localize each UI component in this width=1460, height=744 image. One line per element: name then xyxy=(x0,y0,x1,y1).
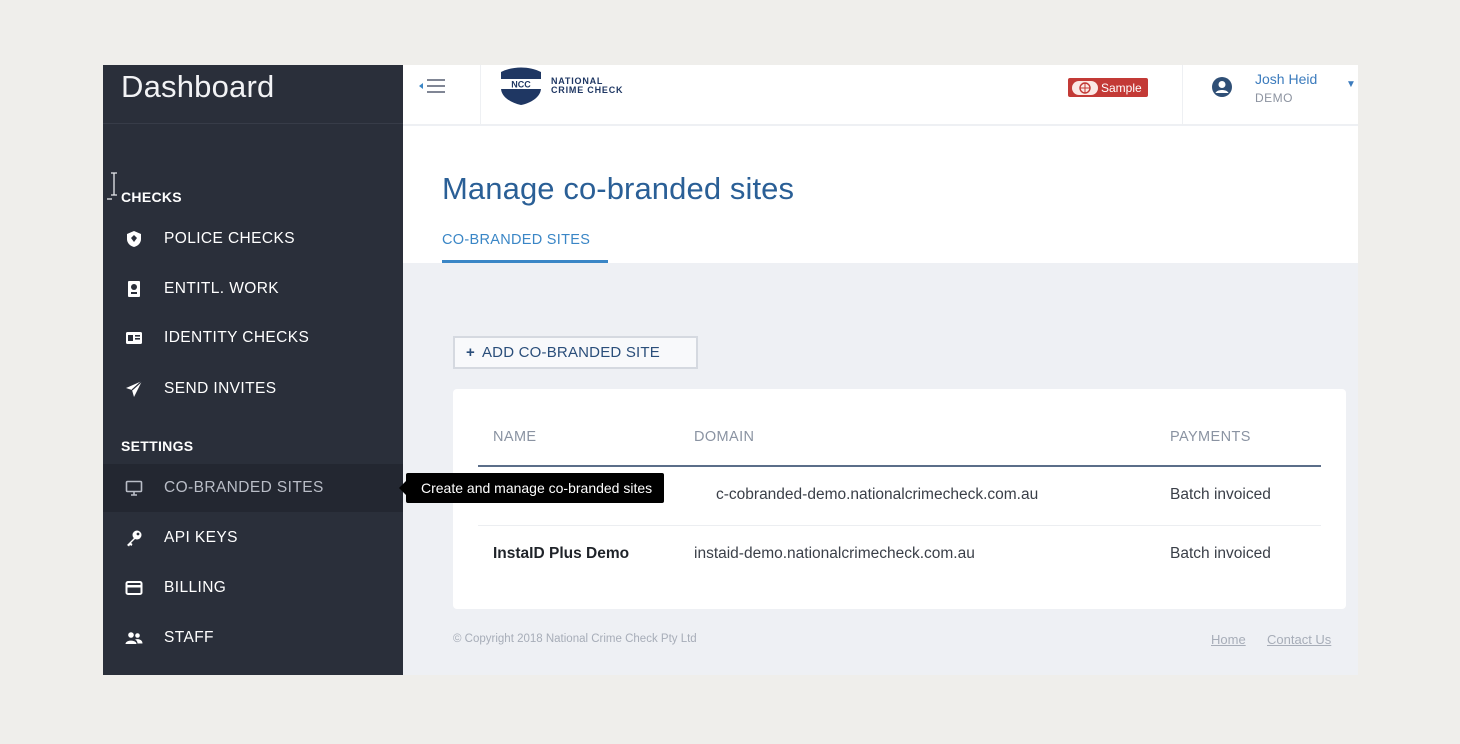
section-label-checks: CHECKS xyxy=(121,189,182,205)
sidebar-title: Dashboard xyxy=(121,69,275,104)
svg-text:NCC: NCC xyxy=(511,80,531,90)
sidebar: Dashboard CHECKS POLICE CHECKS ENTITL. W… xyxy=(103,65,403,675)
tooltip: Create and manage co-branded sites xyxy=(398,473,665,503)
sidebar-item-label: CO-BRANDED SITES xyxy=(164,479,324,496)
add-button-label: ADD CO-BRANDED SITE xyxy=(481,344,660,361)
shield-icon xyxy=(125,230,143,248)
column-header-payments[interactable]: PAYMENTS xyxy=(1170,429,1251,445)
sidebar-toggle-button[interactable] xyxy=(413,75,457,97)
sidebar-item-entitl-work[interactable]: ENTITL. WORK xyxy=(103,265,403,313)
column-header-domain[interactable]: DOMAIN xyxy=(694,429,754,445)
sidebar-item-staff[interactable]: STAFF xyxy=(103,614,403,662)
text-cursor-icon xyxy=(107,172,117,200)
site-payments: Batch invoiced xyxy=(1170,545,1271,562)
page-title: Manage co-branded sites xyxy=(442,171,795,206)
user-role: DEMO xyxy=(1255,91,1293,105)
logo-line2: CRIME CHECK xyxy=(551,85,624,95)
paper-plane-icon xyxy=(125,380,143,398)
sidebar-item-label: STAFF xyxy=(164,629,214,646)
credit-card-icon xyxy=(125,579,143,597)
sidebar-item-label: SEND INVITES xyxy=(164,380,277,397)
active-tab-indicator xyxy=(442,260,608,263)
chevron-down-icon[interactable]: ▼ xyxy=(1346,79,1356,90)
sample-badge-label: Sample xyxy=(1101,80,1142,95)
plus-icon: + xyxy=(466,344,475,361)
sidebar-item-label: POLICE CHECKS xyxy=(164,230,295,247)
key-icon xyxy=(125,529,143,547)
topbar-divider xyxy=(1182,65,1183,125)
sidebar-item-identity-checks[interactable]: IDENTITY CHECKS xyxy=(103,314,403,362)
ncc-logo[interactable]: NCC NATIONAL CRIME CHECK xyxy=(499,66,649,106)
id-card-icon xyxy=(125,329,143,347)
ncc-shield-logo-icon: NCC xyxy=(501,67,541,105)
monitor-icon xyxy=(125,479,143,497)
table-header-divider xyxy=(478,465,1321,467)
passport-icon xyxy=(125,280,143,298)
table-row-divider xyxy=(478,525,1321,526)
sidebar-item-label: BILLING xyxy=(164,579,227,596)
sidebar-item-send-invites[interactable]: SEND INVITES xyxy=(103,365,403,413)
footer-copyright: © Copyright 2018 National Crime Check Pt… xyxy=(453,633,697,645)
sidebar-item-api-keys[interactable]: API KEYS xyxy=(103,514,403,562)
sidebar-item-billing[interactable]: BILLING xyxy=(103,564,403,612)
sidebar-item-police-checks[interactable]: POLICE CHECKS xyxy=(103,215,403,263)
app-window: Dashboard CHECKS POLICE CHECKS ENTITL. W… xyxy=(103,65,1358,675)
footer-link-home[interactable]: Home xyxy=(1211,632,1246,647)
tooltip-text: Create and manage co-branded sites xyxy=(421,480,653,496)
sample-badge: Sample xyxy=(1068,78,1148,97)
topbar-divider xyxy=(480,65,481,125)
hamburger-menu-icon xyxy=(419,79,445,93)
site-name[interactable]: InstaID Plus Demo xyxy=(493,545,629,563)
globe-icon xyxy=(1072,80,1098,95)
add-co-branded-site-button[interactable]: + ADD CO-BRANDED SITE xyxy=(453,336,698,369)
site-domain[interactable]: c-cobranded-demo.nationalcrimecheck.com.… xyxy=(716,486,1038,504)
site-domain[interactable]: instaid-demo.nationalcrimecheck.com.au xyxy=(694,545,975,563)
sidebar-item-label: ENTITL. WORK xyxy=(164,280,280,297)
footer-link-contact-us[interactable]: Contact Us xyxy=(1267,632,1331,647)
sidebar-item-label: IDENTITY CHECKS xyxy=(164,329,310,346)
page-header: Manage co-branded sites CO-BRANDED SITES xyxy=(403,126,1358,263)
column-header-name[interactable]: NAME xyxy=(493,429,537,445)
user-avatar-icon[interactable] xyxy=(1211,76,1233,98)
sidebar-item-label: API KEYS xyxy=(164,529,238,546)
sidebar-item-co-branded-sites[interactable]: CO-BRANDED SITES xyxy=(103,464,403,512)
section-label-settings: SETTINGS xyxy=(121,438,194,454)
tab-co-branded-sites[interactable]: CO-BRANDED SITES xyxy=(442,232,590,248)
site-payments: Batch invoiced xyxy=(1170,486,1271,503)
topbar: NCC NATIONAL CRIME CHECK Sample Josh Hei… xyxy=(403,65,1358,125)
user-name[interactable]: Josh Heid xyxy=(1255,71,1317,87)
logo-wordmark: NATIONAL CRIME CHECK xyxy=(551,77,623,95)
sidebar-divider xyxy=(103,123,403,124)
users-icon xyxy=(125,629,143,647)
